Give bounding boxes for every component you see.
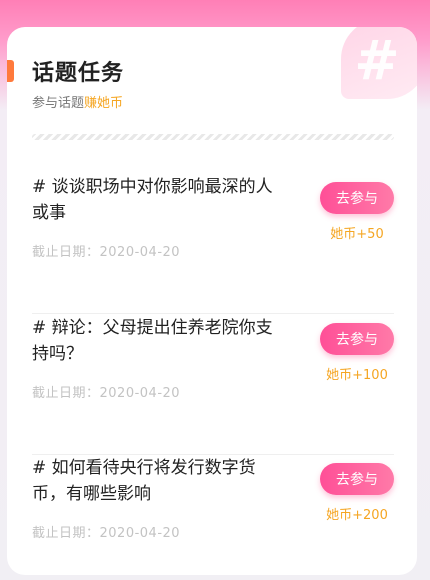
join-button[interactable]: 去参与	[320, 323, 394, 355]
task-deadline: 截止日期：2020-04-20	[32, 526, 181, 541]
reward-label: 她币+200	[326, 508, 388, 523]
reward-label: 她币+100	[326, 368, 388, 383]
page-title: 话题任务	[32, 61, 125, 86]
title-accent-bar	[7, 60, 14, 82]
task-item[interactable]: # 谈谈职场中对你影响最深的人或事 截止日期：2020-04-20 去参与 她币…	[32, 174, 394, 314]
join-button[interactable]: 去参与	[320, 463, 394, 495]
divider-stripe	[32, 134, 394, 140]
task-title[interactable]: # 如何看待央行将发行数字货币，有哪些影响	[32, 455, 287, 507]
reward-label: 她币+50	[330, 227, 384, 242]
subtitle-text: 参与话题	[32, 96, 85, 111]
task-item[interactable]: # 辩论：父母提出住养老院你支持吗？ 截止日期：2020-04-20 去参与 她…	[32, 315, 394, 455]
task-deadline: 截止日期：2020-04-20	[32, 245, 181, 260]
topic-task-card: # 话题任务 参与话题赚她币 # 谈谈职场中对你影响最深的人或事 截止日期：20…	[7, 27, 417, 575]
task-title[interactable]: # 辩论：父母提出住养老院你支持吗？	[32, 315, 287, 367]
hashtag-icon: #	[354, 29, 400, 92]
page-subtitle: 参与话题赚她币	[32, 92, 123, 111]
subtitle-highlight: 赚她币	[84, 96, 124, 111]
task-title[interactable]: # 谈谈职场中对你影响最深的人或事	[32, 174, 287, 226]
task-deadline: 截止日期：2020-04-20	[32, 386, 181, 401]
task-item[interactable]: # 如何看待央行将发行数字货币，有哪些影响 截止日期：2020-04-20 去参…	[32, 455, 394, 575]
join-button[interactable]: 去参与	[320, 182, 394, 214]
